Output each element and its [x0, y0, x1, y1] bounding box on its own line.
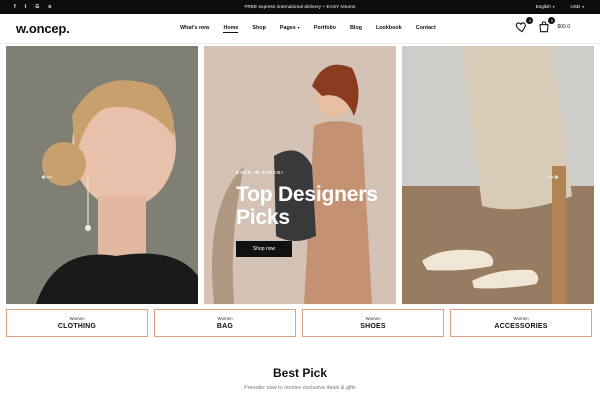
category-label: CLOTHING	[57, 323, 97, 330]
category-bag[interactable]: Women BAG	[154, 309, 296, 337]
nav-item-shop[interactable]: Shop	[252, 25, 265, 31]
section-subtitle: Preorder now to receive exclusive deals …	[244, 385, 356, 391]
nav-item-pages-label: Pages	[279, 25, 296, 31]
language-label: English	[535, 4, 551, 9]
hero-image-woman-earring	[6, 46, 198, 304]
nav-item-whats-new[interactable]: What's new	[180, 25, 209, 31]
category-sub-label: Women	[69, 316, 85, 321]
shop-now-button[interactable]: Shop now	[236, 241, 292, 257]
nav-item-lookbook[interactable]: Lookbook	[376, 25, 402, 31]
wishlist-count-badge: 0	[526, 17, 534, 24]
hero-title: Top Designers Picks	[236, 183, 396, 229]
category-label: ACCESSORIES	[494, 323, 548, 330]
best-pick-section: Best Pick Preorder now to receive exclus…	[0, 366, 600, 391]
chevron-down-icon: ▾	[552, 5, 555, 9]
nav-item-portfolio[interactable]: Portfolio	[314, 25, 336, 31]
site-logo[interactable]: w.oncep.	[16, 17, 70, 41]
nav-item-pages[interactable]: Pages ▾	[280, 25, 300, 31]
hero-image-shoes	[402, 46, 594, 304]
currency-label: USD	[570, 4, 581, 9]
prev-slide-arrow-icon[interactable]: ←	[38, 164, 56, 184]
cart-button[interactable]: 0	[537, 17, 556, 34]
category-links: Women CLOTHING Women BAG Women SHOES Wom…	[6, 309, 594, 337]
language-selector[interactable]: English ▾	[536, 0, 555, 14]
category-accessories[interactable]: Women ACCESSORIES	[450, 309, 592, 337]
section-title: Best Pick	[272, 366, 328, 380]
category-label: SHOES	[360, 323, 386, 330]
cart-count-badge: 0	[548, 17, 556, 24]
chevron-down-icon: ▾	[297, 25, 300, 30]
portrait-illustration	[6, 46, 198, 304]
category-sub-label: Women	[217, 316, 233, 321]
main-nav: What's new Home Shop Pages ▾ Portfolio Bl…	[180, 14, 450, 42]
category-sub-label: Women	[513, 316, 529, 321]
chevron-down-icon: ▾	[582, 5, 584, 9]
category-label: BAG	[216, 323, 234, 330]
next-slide-arrow-icon[interactable]: →	[544, 164, 562, 184]
category-clothing[interactable]: Women CLOTHING	[6, 309, 148, 337]
announcement-text: FREE express international delivery + EA…	[244, 4, 356, 9]
hero-title-line-2: Picks	[236, 206, 290, 229]
category-shoes[interactable]: Women SHOES	[302, 309, 444, 337]
wishlist-button[interactable]: 0	[515, 17, 534, 34]
top-announcement-bar: f t G o FREE express international deliv…	[0, 0, 600, 14]
hero-title-line-1: Top Designers	[236, 183, 378, 206]
hero-slider: ← → BACK IN STOCK! Top Designers Picks S…	[6, 46, 594, 304]
hero-caption: BACK IN STOCK! Top Designers Picks Shop …	[236, 170, 396, 257]
nav-item-contact[interactable]: Contact	[416, 25, 436, 31]
category-sub-label: Women	[365, 316, 381, 321]
shoes-illustration	[402, 46, 594, 304]
nav-item-home[interactable]: Home	[223, 25, 238, 33]
site-header: w.oncep. What's new Home Shop Pages ▾ Por…	[0, 14, 600, 44]
hero-eyebrow: BACK IN STOCK!	[236, 170, 284, 175]
cart-total: $00.0	[557, 24, 570, 30]
nav-item-blog[interactable]: Blog	[350, 25, 362, 31]
currency-selector[interactable]: USD ▾	[571, 0, 584, 14]
